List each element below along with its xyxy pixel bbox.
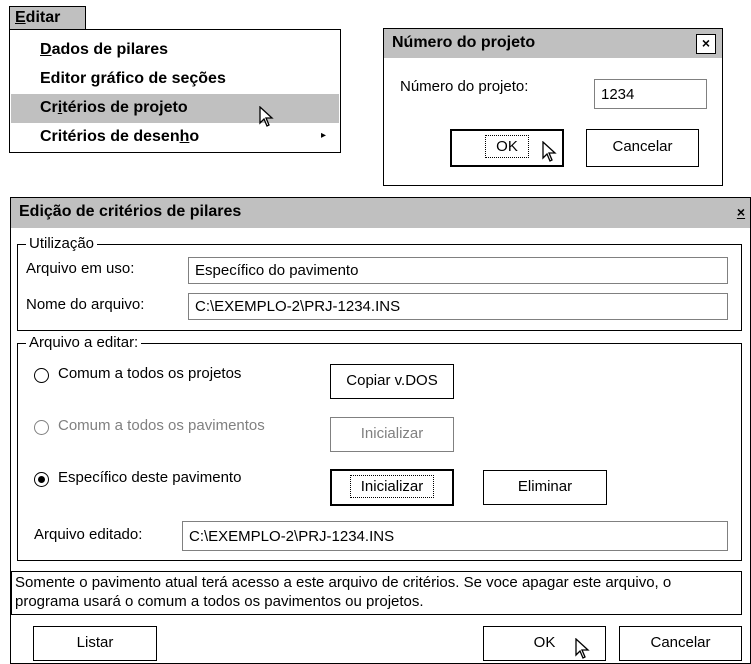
menu-item-criterios-projeto[interactable]: Critérios de projeto: [11, 94, 339, 123]
radio-floor-specific-label: Específico deste pavimento: [58, 469, 242, 486]
menu-item-text: ados de pilares: [51, 41, 169, 58]
close-icon[interactable]: ×: [696, 34, 716, 54]
menu-item-editor-grafico[interactable]: Editor gráfico de seções: [11, 65, 339, 94]
menu-item-mnemonic: g: [90, 70, 101, 87]
copy-dos-button[interactable]: Copiar v.DOS: [330, 364, 454, 399]
edit-file-group-legend: Arquivo a editar:: [26, 334, 142, 351]
project-number-dialog: Número do projeto × Número do projeto: 1…: [383, 28, 723, 186]
initialize-button-label: Inicializar: [349, 475, 435, 498]
file-name-label: Nome do arquivo:: [26, 296, 145, 313]
menu-item-dados-pilares[interactable]: Dados de pilares: [11, 36, 339, 65]
cancel-button[interactable]: Cancelar: [619, 626, 742, 661]
file-in-use-label: Arquivo em uso:: [26, 260, 135, 277]
edited-file-label: Arquivo editado:: [34, 526, 143, 543]
menu-item-text: Cr: [40, 99, 58, 116]
initialize-disabled-button[interactable]: Inicializar: [330, 417, 454, 452]
file-in-use-field[interactable]: Específico do pavimento: [188, 257, 728, 284]
cancel-button[interactable]: Cancelar: [586, 129, 699, 167]
radio-common-projects[interactable]: [34, 368, 49, 383]
info-message: Somente o pavimento atual terá acesso a …: [11, 571, 742, 615]
menu-item-text: Critérios de desen: [40, 128, 180, 145]
mouse-pointer-icon: [575, 638, 590, 659]
close-icon[interactable]: ×: [732, 204, 750, 224]
edited-file-field[interactable]: C:\EXEMPLO-2\PRJ-1234.INS: [182, 521, 728, 551]
project-number-label: Número do projeto:: [400, 78, 529, 95]
file-name-field[interactable]: C:\EXEMPLO-2\PRJ-1234.INS: [188, 293, 728, 320]
menu-item-text: Editor: [40, 70, 91, 87]
editar-dropdown: Dados de pilares Editor gráfico de seçõe…: [9, 29, 341, 153]
usage-group: Utilização Arquivo em uso: Específico do…: [17, 235, 742, 331]
list-button[interactable]: Listar: [33, 626, 157, 661]
menu-item-mnemonic: h: [179, 128, 190, 145]
menu-editar[interactable]: Editar: [9, 6, 86, 30]
dialog-title: Edição de critérios de pilares: [19, 203, 242, 220]
menu-item-text: térios de projeto: [62, 99, 188, 116]
edit-file-group: Arquivo a editar: Comum a todos os proje…: [17, 334, 742, 561]
menu-title-text: ditar: [25, 9, 61, 26]
submenu-arrow-icon: ▸: [320, 130, 326, 141]
delete-button[interactable]: Eliminar: [483, 470, 607, 505]
pillar-criteria-dialog: Edição de critérios de pilares × Utiliza…: [10, 197, 751, 664]
usage-group-legend: Utilização: [26, 235, 98, 252]
initialize-button[interactable]: Inicializar: [330, 469, 454, 506]
menu-item-mnemonic: D: [40, 41, 52, 58]
menu-item-text: o: [189, 128, 200, 145]
project-number-field[interactable]: 1234: [594, 79, 707, 109]
ok-button-label: OK: [485, 135, 529, 158]
dialog-titlebar: Número do projeto: [384, 29, 722, 58]
radio-common-projects-label: Comum a todos os projetos: [58, 365, 242, 382]
menu-item-criterios-desenho[interactable]: Critérios de desenho ▸: [11, 123, 339, 152]
radio-floor-specific[interactable]: [34, 472, 49, 487]
menu-title-mnemonic: E: [15, 9, 26, 26]
dialog-title: Número do projeto: [392, 34, 536, 51]
mouse-pointer-icon: [542, 141, 557, 162]
radio-common-floors-label: Comum a todos os pavimentos: [58, 417, 265, 434]
mouse-pointer-icon: [259, 106, 274, 127]
menu-item-text: ráfico de seções: [100, 70, 226, 87]
radio-common-floors[interactable]: [34, 420, 49, 435]
dialog-titlebar: Edição de critérios de pilares: [11, 198, 750, 228]
